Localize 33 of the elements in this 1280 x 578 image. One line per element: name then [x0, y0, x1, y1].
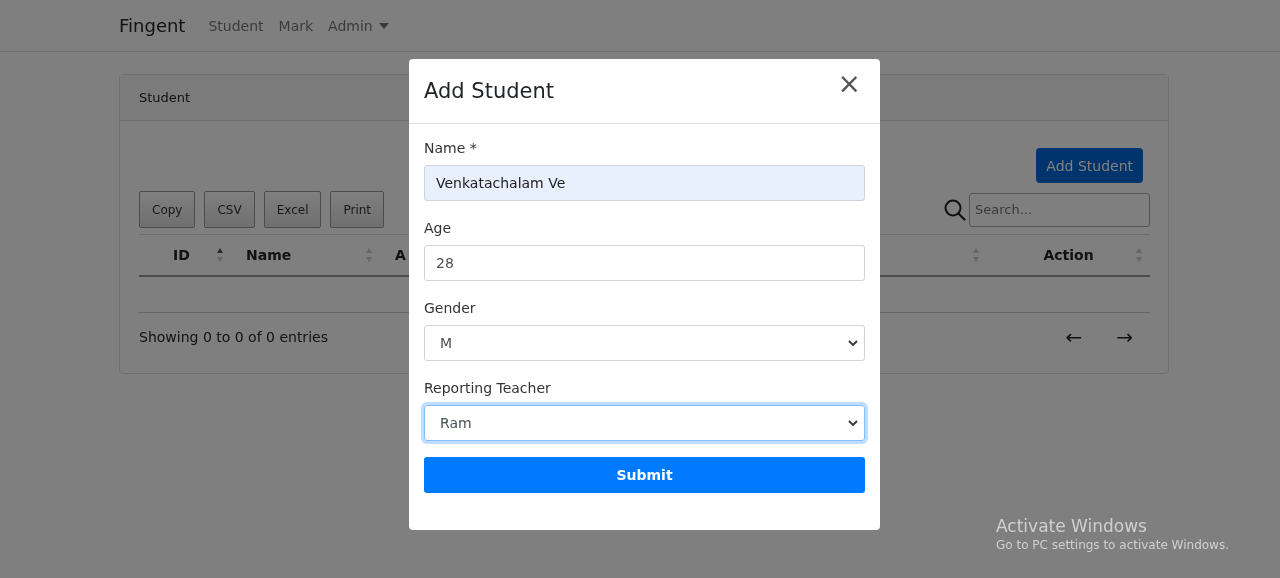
activation-title: Activate Windows	[996, 516, 1148, 536]
export-button[interactable]: Print	[330, 191, 385, 228]
column-header[interactable]: Action	[987, 235, 1150, 275]
column-header[interactable]: ID	[139, 235, 231, 275]
search-icon	[944, 198, 966, 221]
select-field[interactable]: Ram	[424, 405, 865, 441]
input-field[interactable]: 28	[424, 245, 865, 281]
column-header[interactable]: Name	[231, 235, 380, 275]
input-field[interactable]: Venkatachalam Ve	[424, 165, 865, 201]
nav-link[interactable]: Student	[208, 17, 264, 34]
field-label: Gender	[424, 300, 477, 316]
chevron-down-icon	[848, 339, 858, 347]
nav-link[interactable]: Admin	[328, 17, 389, 34]
close-button[interactable]: ×	[833, 70, 865, 98]
field-label: Name *	[424, 140, 478, 156]
field-label: Age	[424, 220, 453, 236]
modal-title: Add Student	[424, 79, 554, 103]
chevron-down-icon	[848, 419, 858, 427]
activation-text: Go to PC settings to activate Windows.	[996, 538, 1229, 552]
export-button[interactable]: Excel	[263, 191, 322, 228]
add-student-button[interactable]: Add Student	[1036, 148, 1143, 183]
card-title: Student	[139, 90, 191, 105]
submit-button[interactable]: Submit	[424, 457, 865, 493]
brand-logo[interactable]: Fingent	[119, 15, 186, 36]
nav-link[interactable]: Mark	[278, 17, 314, 34]
previous-page-link[interactable]: ←	[1065, 325, 1083, 349]
next-page-link[interactable]: →	[1116, 325, 1133, 349]
search-field[interactable]: Search...	[969, 192, 1150, 227]
export-button[interactable]: Copy	[139, 191, 196, 228]
export-button[interactable]: CSV	[204, 191, 255, 228]
field-label: Reporting Teacher	[424, 380, 552, 396]
select-field[interactable]: M	[424, 325, 865, 361]
entries-info: Showing 0 to 0 of 0 entries	[139, 329, 328, 345]
